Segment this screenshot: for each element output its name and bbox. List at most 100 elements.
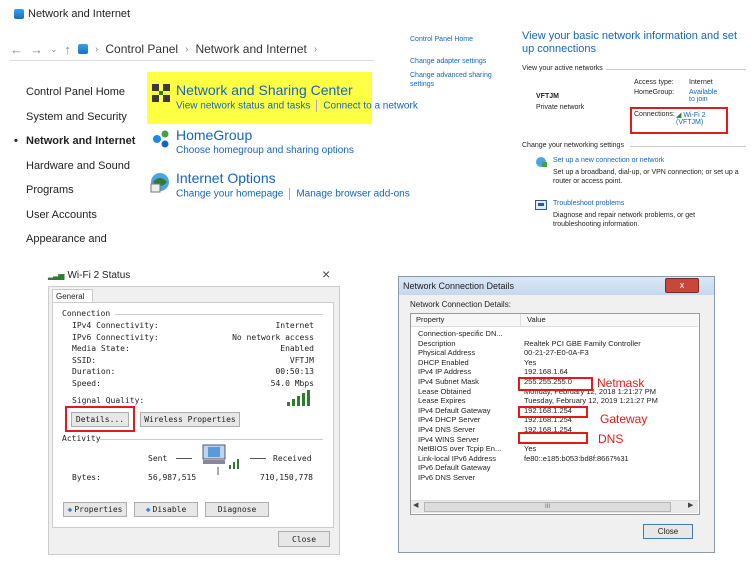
ncd-header: Property Value (411, 314, 698, 327)
scroll-left-icon[interactable]: ◀ (413, 501, 418, 509)
connections-value: Wi-Fi 2 (VFTJM) (676, 112, 706, 126)
details-row[interactable]: DHCP Enabled Yes (414, 358, 697, 368)
connection-row: IPv4 Connectivity: Internet (72, 320, 314, 332)
details-property: Link-local IPv6 Address (418, 453, 496, 463)
connection-key: Media State: (72, 344, 130, 354)
divider (606, 69, 746, 70)
details-property: DHCP Enabled (418, 357, 469, 367)
access-type-label: Access type: (634, 79, 674, 86)
up-icon[interactable]: ↑ (65, 42, 72, 57)
category-title[interactable]: Network and Sharing Center (176, 82, 418, 98)
wifi-title: Wi-Fi 2 Status (67, 270, 131, 281)
connection-value: No network access (232, 332, 314, 342)
connection-value: 54.0 Mbps (270, 378, 314, 388)
netmask-highlight (518, 377, 593, 391)
ncd-close-button[interactable]: Close (643, 524, 693, 539)
annotation-netmask: Netmask (597, 376, 645, 390)
homegroup-value[interactable]: Available to join (689, 89, 725, 103)
chevron-down-icon[interactable]: ⌄ (50, 44, 58, 55)
connection-key: Speed: (72, 378, 101, 388)
nav-system-security[interactable]: System and Security (14, 105, 135, 130)
disable-button[interactable]: ◈ Disable (134, 502, 198, 517)
details-row[interactable]: NetBIOS over Tcpip En... Yes (414, 444, 697, 454)
network-name: VFTJM (536, 93, 559, 100)
details-value: 192.168.1.64 (524, 367, 568, 377)
category-title[interactable]: HomeGroup (176, 127, 354, 143)
nav-appearance[interactable]: Appearance and (14, 227, 135, 252)
details-button[interactable]: Details... (71, 412, 129, 427)
category-network-sharing: Network and Sharing Center View network … (176, 82, 418, 112)
details-row[interactable]: Link-local IPv6 Address fe80::e185:b053:b… (414, 454, 697, 464)
link-connect-network[interactable]: Connect to a network (323, 101, 418, 112)
details-property: IPv6 DNS Server (418, 472, 476, 482)
divider (250, 458, 266, 459)
link-homepage[interactable]: Change your homepage (176, 189, 283, 200)
details-row[interactable]: Description Realtek PCI GBE Family Contro… (414, 339, 697, 349)
nsc-advanced-sharing[interactable]: Change advanced sharing settings (410, 71, 505, 89)
chevron-right-icon: › (185, 43, 189, 55)
activity-section-label: Activity (62, 434, 101, 443)
col-value[interactable]: Value (521, 314, 546, 326)
task-new-connection-desc: Set up a broadband, dial-up, or VPN conn… (553, 169, 739, 185)
received-label: Received (273, 454, 312, 463)
signal-strength-icon (287, 390, 310, 406)
divider (115, 314, 323, 315)
wifi-titlebar: ▂▃▅ Wi-Fi 2 Status (48, 270, 130, 281)
close-icon[interactable]: × (322, 266, 330, 282)
connection-key: SSID: (72, 355, 97, 365)
gateway-highlight (518, 406, 588, 418)
access-type-value: Internet (689, 79, 713, 86)
details-property: Description (418, 338, 456, 348)
task-troubleshoot[interactable]: Troubleshoot problems (553, 200, 624, 207)
forward-icon[interactable]: → (30, 42, 43, 57)
connection-rows: IPv4 Connectivity: Internet IPv6 Connectiv… (72, 320, 314, 390)
close-button[interactable]: Close (278, 531, 330, 547)
details-property: NetBIOS over Tcpip En... (418, 444, 502, 454)
link-browser-addons[interactable]: Manage browser add-ons (296, 189, 409, 200)
details-row[interactable]: IPv6 DNS Server (414, 473, 697, 483)
properties-button[interactable]: ◈ Properties (63, 502, 127, 517)
network-activity-icon (202, 444, 239, 475)
nsc-cp-home[interactable]: Control Panel Home (410, 35, 505, 44)
nsc-left-links: Control Panel Home Change adapter settin… (410, 35, 505, 89)
nav-hardware-sound[interactable]: Hardware and Sound (14, 154, 135, 179)
details-row[interactable]: Connection-specific DN... (414, 329, 697, 339)
connection-key: IPv6 Connectivity: (72, 332, 159, 342)
scroll-thumb[interactable]: III (424, 502, 671, 512)
details-row[interactable]: Physical Address 00-21-27-E0-0A-F3 (414, 348, 697, 358)
disable-label: Disable (152, 505, 187, 514)
network-type: Private network (536, 104, 585, 111)
nsc-adapter-settings[interactable]: Change adapter settings (410, 57, 505, 66)
tab-general[interactable]: General (52, 289, 93, 303)
scroll-right-icon[interactable]: ▶ (688, 501, 693, 509)
nav-network-internet[interactable]: Network and Internet (14, 129, 135, 154)
details-row[interactable]: IPv4 IP Address 192.168.1.64 (414, 367, 697, 377)
signal-label: Signal Quality: (72, 396, 145, 405)
task-troubleshoot-desc: Diagnose and repair network problems, or… (553, 212, 696, 228)
link-homegroup-options[interactable]: Choose homegroup and sharing options (176, 145, 354, 156)
col-property[interactable]: Property (411, 314, 521, 326)
dns-highlight (518, 432, 588, 444)
details-value: fe80::e185:b053:bd8f:8667%31 (524, 453, 629, 463)
signal-icon: ▂▃▅ (48, 271, 65, 280)
back-icon[interactable]: ← (10, 42, 23, 57)
left-nav: Control Panel Home System and Security N… (14, 80, 135, 252)
details-row[interactable]: Lease Expires Tuesday, February 12, 2019 … (414, 396, 697, 406)
breadcrumb-control-panel[interactable]: Control Panel (105, 42, 178, 56)
details-value: Yes (524, 444, 537, 454)
connections-link[interactable]: ◢ Wi-Fi 2 (VFTJM) (676, 111, 716, 126)
connection-section-label: Connection (62, 309, 111, 318)
annotation-gateway: Gateway (600, 412, 648, 426)
breadcrumb-network[interactable]: Network and Internet (195, 42, 306, 56)
link-view-status[interactable]: View network status and tasks (176, 101, 310, 112)
category-title[interactable]: Internet Options (176, 170, 410, 186)
task-new-connection[interactable]: Set up a new connection or network (553, 157, 664, 164)
nav-user-accounts[interactable]: User Accounts (14, 203, 135, 228)
wireless-properties-button[interactable]: Wireless Properties (140, 412, 240, 427)
diagnose-button[interactable]: Diagnose (205, 502, 269, 517)
details-value: Yes (524, 357, 537, 367)
details-row[interactable]: IPv6 Default Gateway (414, 463, 697, 473)
nav-control-panel-home[interactable]: Control Panel Home (14, 80, 135, 105)
ncd-close-icon[interactable]: x (665, 278, 699, 293)
nav-programs[interactable]: Programs (14, 178, 135, 203)
